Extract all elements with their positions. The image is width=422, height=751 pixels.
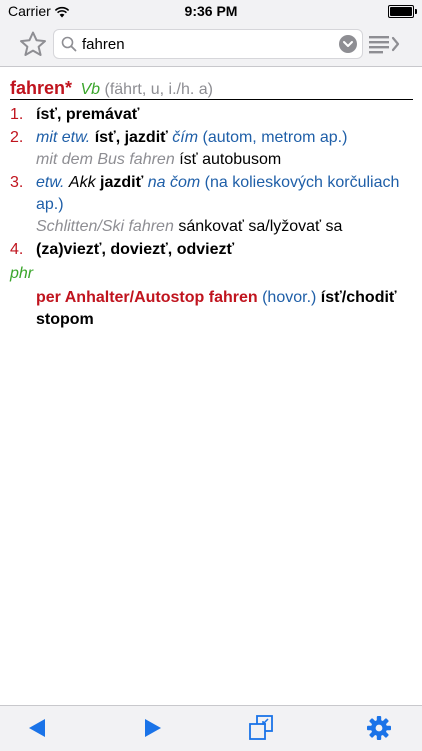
collocation: mit etw. bbox=[36, 129, 91, 146]
windows-button[interactable] bbox=[248, 714, 274, 747]
translation: (za)viezť, doviezť, odviezť bbox=[36, 241, 235, 258]
register-label: (hovor.) bbox=[262, 289, 317, 306]
sense-3: etw. Akk jazdiť na čom (na kolieskových … bbox=[36, 172, 399, 194]
clock: 9:36 PM bbox=[184, 3, 238, 19]
phrase-source: per Anhalter/Autostop fahren bbox=[36, 289, 258, 306]
headword: fahren* bbox=[10, 78, 73, 98]
chevron-down-icon bbox=[343, 41, 353, 47]
sense-4: (za)viezť, doviezť, odviezť bbox=[36, 239, 234, 261]
translation: ísť, premávať bbox=[36, 106, 140, 123]
history-button[interactable] bbox=[368, 33, 402, 55]
gear-icon bbox=[367, 716, 391, 740]
object-hint: na čom bbox=[147, 174, 201, 191]
entry-view: fahren* Vb (fährt, u, i./h. a) 1. ísť, p… bbox=[0, 67, 422, 705]
settings-button[interactable] bbox=[366, 715, 392, 746]
grammatical-case: Akk bbox=[68, 174, 96, 191]
translation: ísť, jazdiť bbox=[94, 129, 168, 146]
usage-note: (autom, metrom ap.) bbox=[202, 129, 348, 146]
bottom-toolbar bbox=[0, 705, 422, 751]
triangle-right-icon bbox=[145, 719, 161, 737]
back-button[interactable] bbox=[27, 717, 47, 744]
sense-number: 2. bbox=[10, 129, 24, 146]
battery-icon bbox=[388, 5, 417, 18]
sense-number: 3. bbox=[10, 174, 24, 191]
example-translation: ísť autobusom bbox=[179, 151, 282, 168]
sense-number: 1. bbox=[10, 106, 24, 123]
list-arrow-icon bbox=[369, 36, 400, 54]
star-icon bbox=[20, 31, 46, 56]
grammar-info: (fährt, u, i./h. a) bbox=[104, 81, 213, 98]
sense-number: 4. bbox=[10, 241, 24, 258]
phrase: per Anhalter/Autostop fahren (hovor.) ís… bbox=[36, 287, 397, 309]
status-bar: Carrier 9:36 PM bbox=[0, 0, 422, 22]
phrase-translation: stopom bbox=[36, 311, 94, 328]
search-field[interactable] bbox=[53, 29, 363, 59]
sense-2: mit etw. ísť, jazdiť čím (autom, metrom … bbox=[36, 127, 347, 149]
usage-note: ap.) bbox=[36, 196, 64, 213]
example: mit dem Bus fahren ísť autobusom bbox=[36, 149, 281, 171]
example-source: Schlitten/Ski fahren bbox=[36, 218, 174, 235]
collocation: etw. bbox=[36, 174, 65, 191]
window-stack-icon bbox=[249, 715, 273, 740]
entry-header: fahren* Vb (fährt, u, i./h. a) bbox=[10, 77, 413, 100]
example: Schlitten/Ski fahren sánkovať sa/lyžovať… bbox=[36, 216, 342, 238]
sense-1: ísť, premávať bbox=[36, 104, 139, 126]
usage-note-continued: ap.) bbox=[36, 194, 64, 216]
forward-button[interactable] bbox=[143, 717, 163, 744]
top-toolbar bbox=[0, 22, 422, 67]
example-source: mit dem Bus fahren bbox=[36, 151, 175, 168]
search-icon bbox=[61, 36, 77, 57]
search-input[interactable] bbox=[82, 33, 332, 55]
object-hint: čím bbox=[172, 129, 199, 146]
translation: jazdiť bbox=[100, 174, 144, 191]
dropdown-button[interactable] bbox=[339, 35, 357, 53]
example-translation: sánkovať sa/lyžovať sa bbox=[178, 218, 343, 235]
phrase-continued: stopom bbox=[36, 309, 94, 331]
part-of-speech: Vb bbox=[80, 81, 101, 98]
phrase-label: phr bbox=[10, 265, 34, 282]
favorite-button[interactable] bbox=[19, 31, 47, 57]
phrase-translation: ísť/chodiť bbox=[320, 289, 397, 306]
triangle-left-icon bbox=[29, 719, 45, 737]
usage-note: (na kolieskových korčuliach bbox=[204, 174, 400, 191]
